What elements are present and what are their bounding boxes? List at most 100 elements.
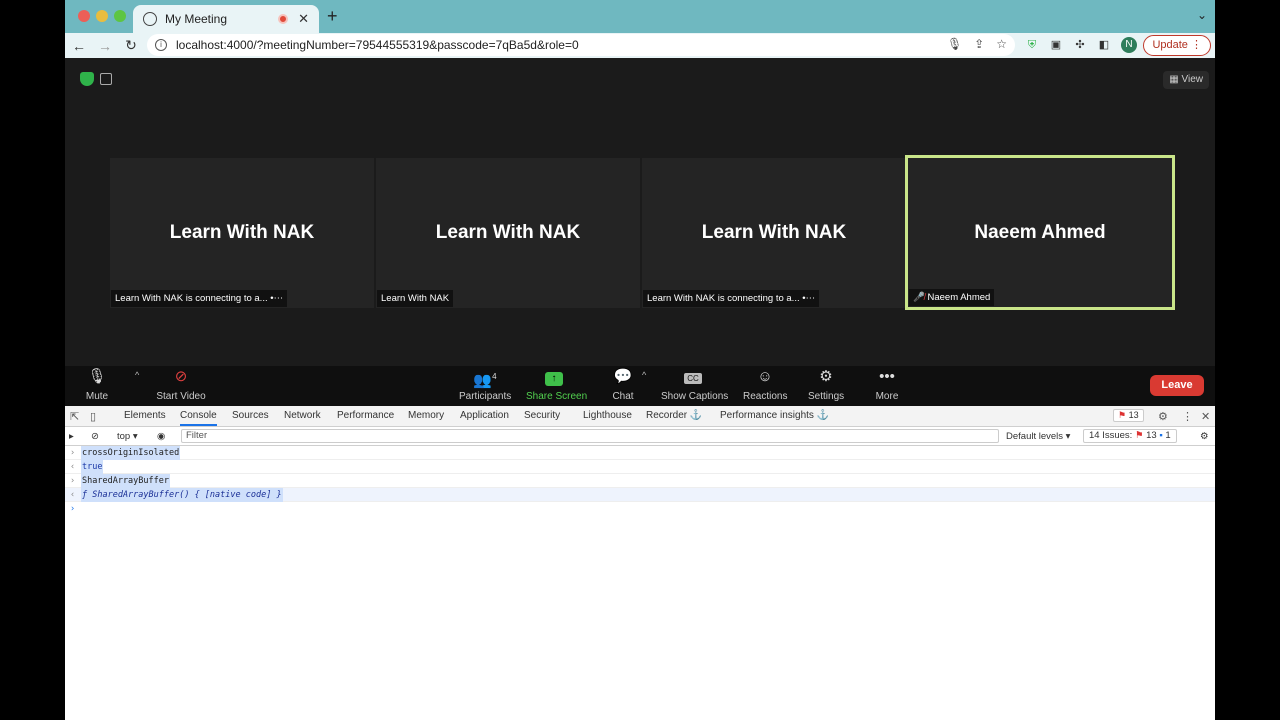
leave-button[interactable]: Leave	[1150, 375, 1204, 396]
devtools-menu-icon[interactable]: ⋮	[1182, 410, 1193, 423]
settings-button[interactable]: ⚙ Settings	[808, 368, 844, 402]
meeting-controls: 🎙 Mute ^ ⊘ Start Video 👥4 Participants ↑…	[65, 366, 1215, 406]
back-button[interactable]: ←	[67, 38, 91, 54]
participant-name: Learn With NAK	[701, 222, 847, 243]
sidebar-toggle-icon[interactable]: ▸	[69, 431, 74, 442]
video-tile[interactable]: Learn With NAK Learn With NAK is connect…	[110, 158, 374, 308]
reactions-button[interactable]: ☺ Reactions	[743, 368, 787, 402]
microphone-icon: 🎙	[87, 368, 107, 385]
participants-icon: 👥4	[473, 372, 497, 389]
inspect-element-icon[interactable]: ⇱	[70, 410, 79, 423]
participants-button[interactable]: 👥4 Participants	[459, 368, 511, 402]
tab-sources[interactable]: Sources	[232, 410, 269, 421]
share-screen-button[interactable]: ↑ Share Screen	[526, 368, 587, 402]
video-off-icon: ⊘	[174, 368, 188, 385]
prompt-arrow-icon: ›	[70, 504, 76, 514]
chat-icon: 💬	[613, 368, 633, 385]
tab-lighthouse[interactable]: Lighthouse	[583, 410, 632, 421]
console-toolbar: ▸ ⊘ top ▾ ◉ Filter Default levels ▾ 14 I…	[65, 427, 1215, 446]
reload-button[interactable]: ↻	[119, 37, 143, 54]
chat-options-caret[interactable]: ^	[642, 370, 646, 380]
share-icon[interactable]: ⇪	[974, 37, 984, 51]
address-bar[interactable]: i localhost:4000/?meetingNumber=79544555…	[147, 34, 1015, 56]
tab-title: My Meeting	[165, 12, 228, 26]
recording-icon	[278, 14, 289, 24]
browser-tab[interactable]: My Meeting ✕	[133, 5, 319, 33]
console-input-line: › crossOriginIsolated	[65, 446, 1215, 460]
eye-icon[interactable]: ◉	[157, 431, 165, 442]
mute-button[interactable]: 🎙 Mute	[85, 368, 109, 402]
tab-console[interactable]: Console	[180, 410, 217, 426]
new-tab-button[interactable]: +	[327, 6, 338, 27]
url-text: localhost:4000/?meetingNumber=7954455531…	[176, 38, 579, 52]
chat-button[interactable]: 💬 Chat	[609, 368, 637, 402]
devtools-close-icon[interactable]: ✕	[1201, 410, 1210, 423]
muted-mic-icon: 🎤̸	[913, 292, 925, 303]
tab-recorder[interactable]: Recorder ⚓	[646, 410, 702, 421]
devtools-panel: ⇱ ▯ Elements Console Sources Network Per…	[65, 406, 1215, 720]
video-tile[interactable]: Learn With NAK Learn With NAK is connect…	[642, 158, 906, 308]
console-settings-icon[interactable]: ⚙	[1200, 431, 1209, 442]
audio-options-caret[interactable]: ^	[135, 370, 139, 380]
participant-label: 🎤̸ Naeem Ahmed	[909, 289, 995, 306]
log-levels-dropdown[interactable]: Default levels ▾	[1006, 431, 1070, 442]
error-count-badge[interactable]: ⚑ 13	[1113, 409, 1144, 422]
tab-application[interactable]: Application	[460, 410, 509, 421]
input-arrow-icon: ›	[70, 448, 76, 458]
profile-avatar[interactable]: N	[1121, 37, 1137, 53]
console-prompt[interactable]: ›	[65, 502, 1215, 516]
participant-label: Learn With NAK is connecting to a... •⋯	[643, 290, 820, 307]
site-info-icon[interactable]: i	[155, 39, 167, 51]
devtools-settings-icon[interactable]: ⚙	[1158, 410, 1168, 423]
console-result-line: ‹ true	[65, 460, 1215, 474]
show-captions-button[interactable]: CC Show Captions	[661, 368, 728, 402]
more-dots-icon: •••	[879, 368, 895, 385]
microphone-icon[interactable]: 🎙	[947, 37, 962, 51]
minimize-window-button[interactable]	[96, 10, 108, 22]
extension-icon[interactable]: ▣	[1049, 38, 1063, 52]
issues-badge[interactable]: 14 Issues: ⚑ 13 ▪ 1	[1083, 429, 1177, 443]
meeting-area: ▦ View Learn With NAK Learn With NAK is …	[65, 58, 1215, 366]
error-icon: ⚑	[1134, 430, 1144, 441]
clear-console-icon[interactable]: ⊘	[91, 431, 99, 442]
security-shield-icon[interactable]	[80, 72, 94, 86]
browser-window: My Meeting ✕ + ⌄ ← → ↻ i localhost:4000/…	[65, 0, 1215, 720]
tab-security[interactable]: Security	[524, 410, 560, 421]
console-output: › crossOriginIsolated ‹ true › SharedArr…	[65, 446, 1215, 516]
captions-icon: CC	[661, 368, 725, 386]
video-tile[interactable]: Learn With NAK Learn With NAK	[376, 158, 640, 308]
start-video-button[interactable]: ⊘ Start Video	[155, 368, 207, 402]
tab-performance-insights[interactable]: Performance insights ⚓	[720, 410, 829, 421]
active-speaker-tile[interactable]: Naeem Ahmed 🎤̸ Naeem Ahmed	[905, 155, 1175, 310]
tab-memory[interactable]: Memory	[408, 410, 444, 421]
update-button[interactable]: Update ⋮	[1143, 35, 1211, 56]
bookmark-star-icon[interactable]: ☆	[996, 37, 1007, 51]
forward-button[interactable]: →	[93, 38, 117, 54]
result-arrow-icon: ‹	[70, 490, 76, 500]
share-screen-icon: ↑	[545, 372, 563, 386]
info-icon: ▪	[1159, 430, 1163, 441]
tab-elements[interactable]: Elements	[124, 410, 166, 421]
console-filter-input[interactable]: Filter	[181, 429, 999, 443]
close-window-button[interactable]	[78, 10, 90, 22]
device-toolbar-icon[interactable]: ▯	[90, 410, 96, 423]
puzzle-icon[interactable]: ✣	[1073, 38, 1087, 52]
view-button[interactable]: ▦ View	[1163, 71, 1209, 89]
tab-performance[interactable]: Performance	[337, 410, 394, 421]
more-button[interactable]: ••• More	[875, 368, 899, 402]
console-result-line: ‹ ƒ SharedArrayBuffer() { [native code] …	[65, 488, 1215, 502]
maximize-window-button[interactable]	[114, 10, 126, 22]
tab-search-chevron-icon[interactable]: ⌄	[1197, 8, 1207, 22]
sidebar-icon[interactable]: ◧	[1097, 38, 1111, 52]
close-tab-icon[interactable]: ✕	[298, 11, 309, 27]
context-selector[interactable]: top ▾	[117, 431, 138, 442]
shield-extension-icon[interactable]: ⛨	[1025, 38, 1039, 52]
error-icon: ⚑	[1118, 410, 1127, 420]
console-input-line: › SharedArrayBuffer	[65, 474, 1215, 488]
participant-name: Naeem Ahmed	[974, 222, 1106, 243]
participant-label: Learn With NAK is connecting to a... •⋯	[111, 290, 288, 307]
tab-network[interactable]: Network	[284, 410, 321, 421]
participant-label: Learn With NAK	[377, 290, 454, 307]
reactions-icon: ☺	[757, 368, 773, 385]
grid-icon[interactable]	[100, 73, 112, 85]
